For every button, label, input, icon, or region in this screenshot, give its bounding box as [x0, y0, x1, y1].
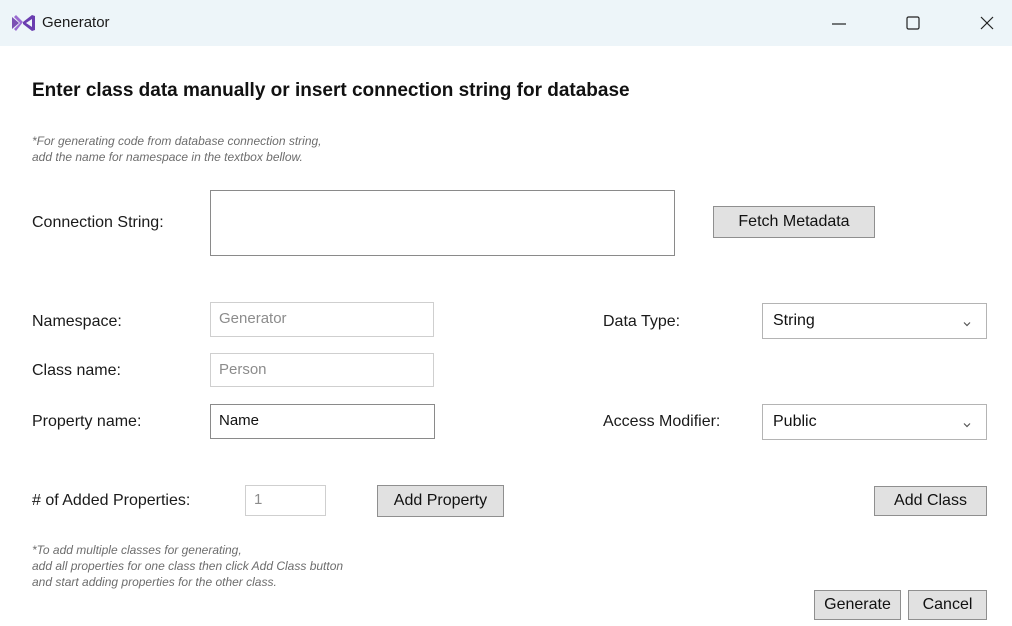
- generate-button[interactable]: Generate: [814, 590, 901, 620]
- add-property-button[interactable]: Add Property: [377, 485, 504, 517]
- connection-note-line-2: add the name for namespace in the textbo…: [32, 150, 303, 164]
- data-type-label: Data Type:: [603, 313, 681, 330]
- class-name-input[interactable]: Person: [210, 353, 434, 387]
- chevron-down-icon: [962, 417, 972, 435]
- access-modifier-label: Access Modifier:: [603, 413, 721, 430]
- class-name-label: Class name:: [32, 362, 121, 379]
- added-properties-label: # of Added Properties:: [32, 492, 191, 509]
- connection-string-label: Connection String:: [32, 214, 164, 231]
- minimize-icon: [831, 15, 847, 31]
- namespace-label: Namespace:: [32, 313, 122, 330]
- add-class-button[interactable]: Add Class: [874, 486, 987, 516]
- chevron-down-icon: [962, 316, 972, 334]
- connection-note: *For generating code from database conne…: [32, 133, 322, 165]
- multiple-classes-note-line-1: *To add multiple classes for generating,: [32, 543, 242, 557]
- added-properties-count: 1: [245, 485, 326, 516]
- maximize-icon: [905, 15, 921, 31]
- multiple-classes-note: *To add multiple classes for generating,…: [32, 542, 343, 590]
- data-type-select[interactable]: String: [762, 303, 987, 339]
- connection-string-input[interactable]: [210, 190, 675, 256]
- namespace-input[interactable]: Generator: [210, 302, 434, 337]
- title-bar: Generator: [0, 0, 1012, 46]
- visual-studio-icon: [10, 13, 36, 33]
- close-button[interactable]: [962, 0, 1012, 46]
- property-name-label: Property name:: [32, 413, 142, 430]
- page-heading: Enter class data manually or insert conn…: [32, 80, 630, 101]
- maximize-button[interactable]: [888, 0, 938, 46]
- access-modifier-value: Public: [773, 413, 817, 430]
- multiple-classes-note-line-2: add all properties for one class then cl…: [32, 559, 344, 573]
- fetch-metadata-button[interactable]: Fetch Metadata: [713, 206, 875, 238]
- cancel-button[interactable]: Cancel: [908, 590, 987, 620]
- close-icon: [979, 15, 995, 31]
- data-type-value: String: [773, 312, 815, 329]
- multiple-classes-note-line-3: and start adding properties for the othe…: [32, 575, 277, 589]
- window-title: Generator: [42, 14, 110, 31]
- minimize-button[interactable]: [814, 0, 864, 46]
- access-modifier-select[interactable]: Public: [762, 404, 987, 440]
- connection-note-line-1: *For generating code from database conne…: [32, 134, 322, 148]
- property-name-input[interactable]: Name: [210, 404, 435, 439]
